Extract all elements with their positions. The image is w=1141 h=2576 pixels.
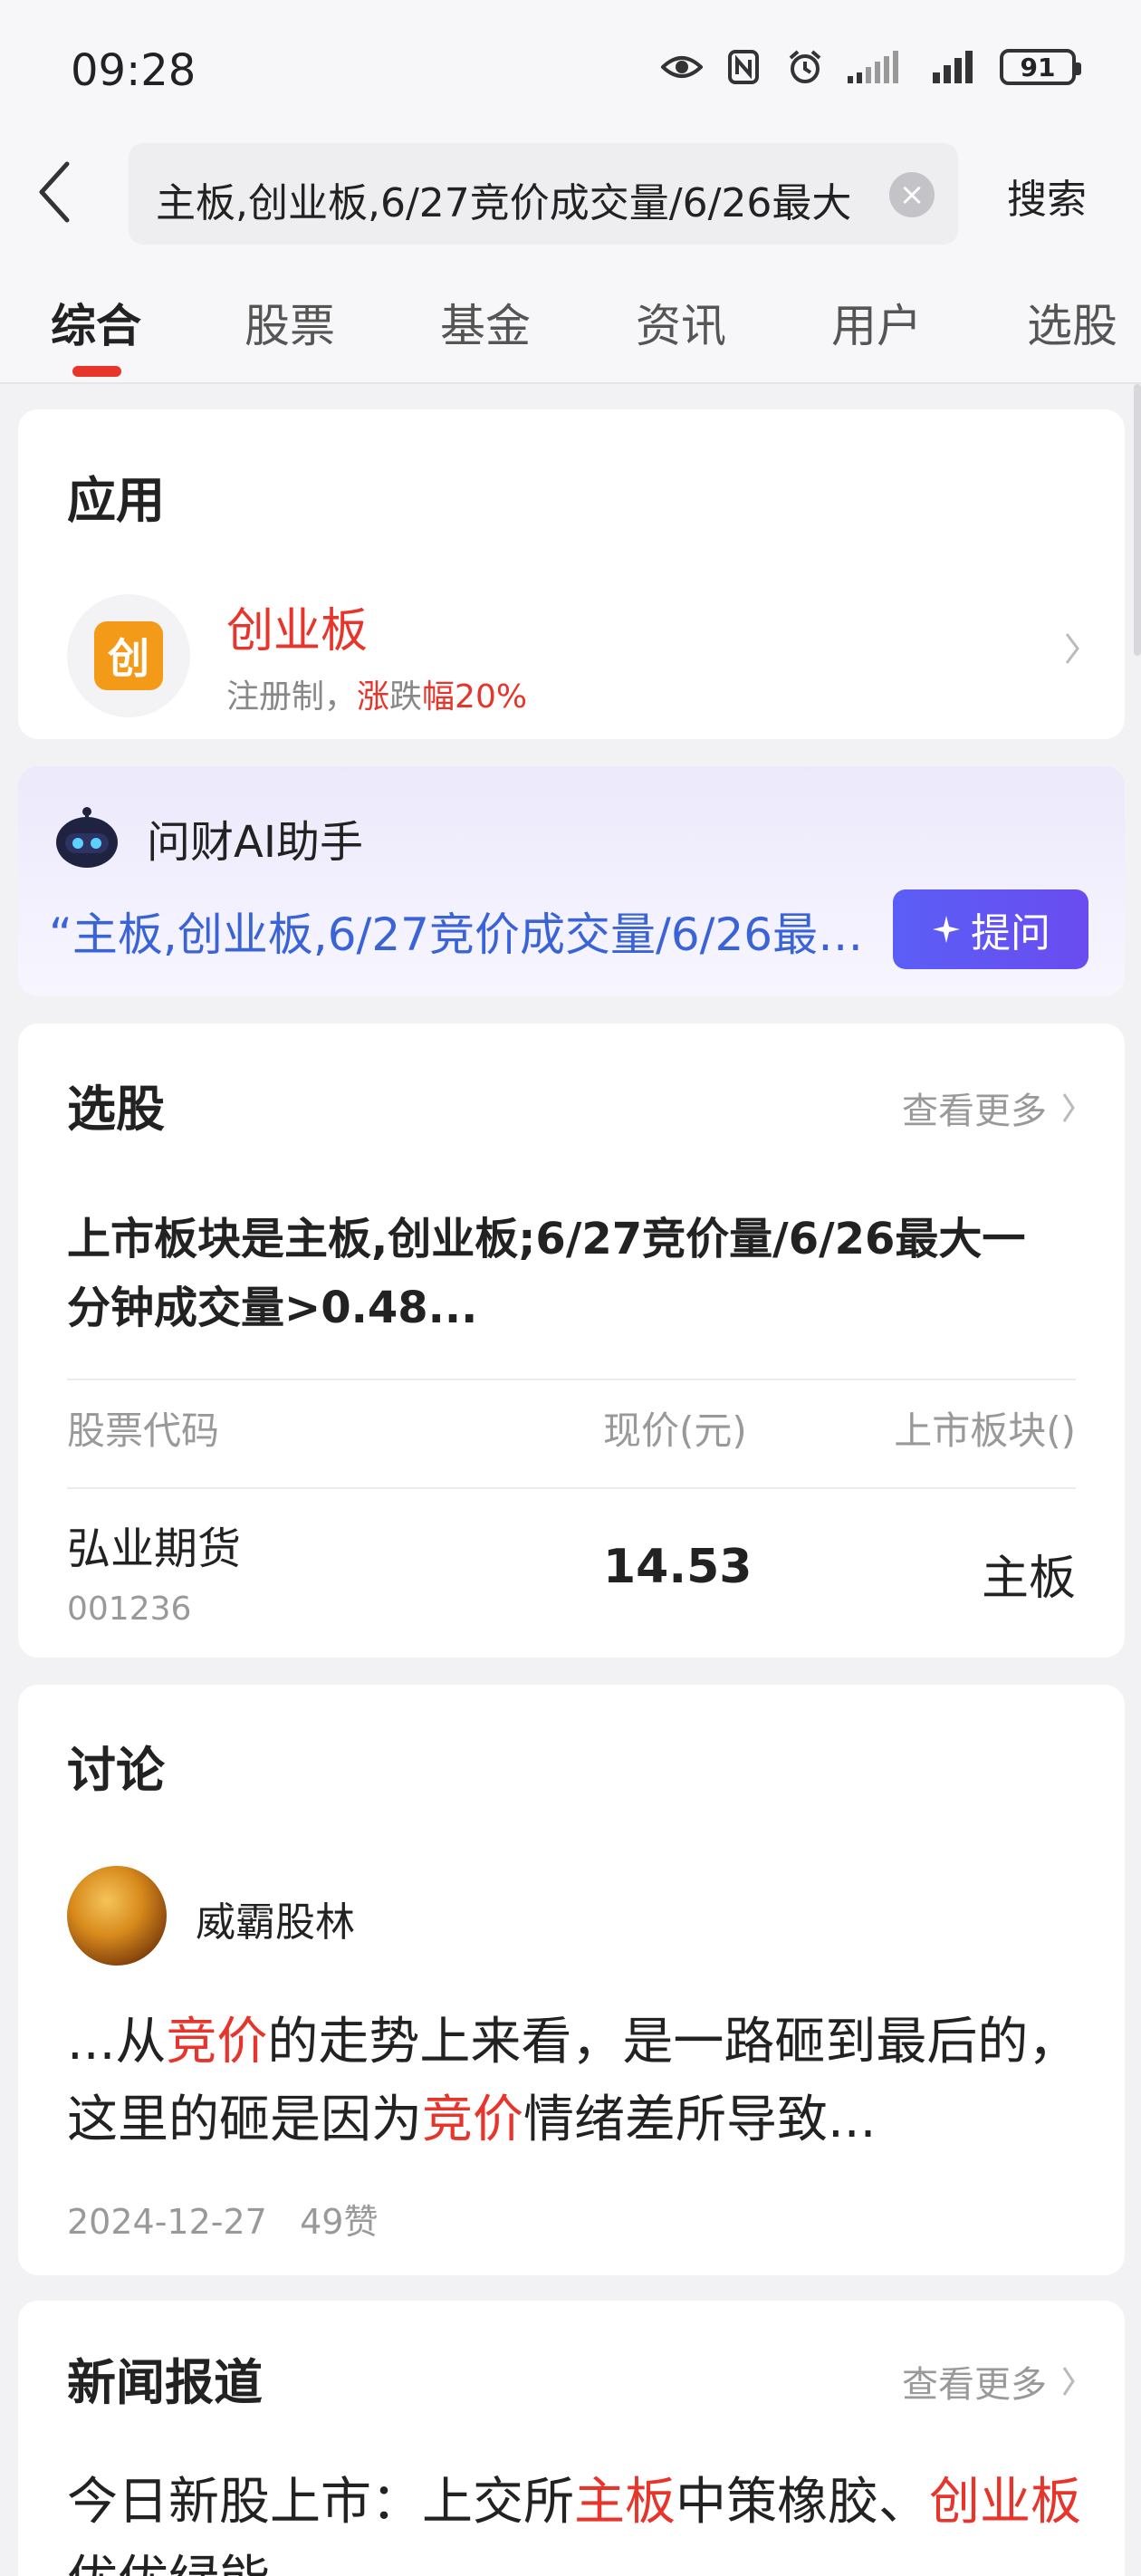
post-meta: 2024-12-27 49赞 xyxy=(67,2194,378,2244)
news-more-link[interactable]: 查看更多 xyxy=(902,2355,1076,2408)
column-header-price: 现价(元) xyxy=(603,1408,747,1453)
status-icons: 91 xyxy=(661,49,1081,85)
search-button[interactable]: 搜索 xyxy=(1007,167,1087,225)
tab-news[interactable]: 资讯 xyxy=(636,290,726,355)
stock-picker-title: 选股 xyxy=(67,1081,165,1138)
stock-name: 弘业期货 xyxy=(67,1523,242,1574)
column-header-board: 上市板块() xyxy=(894,1408,1076,1453)
sparkle-icon xyxy=(933,916,960,943)
chevron-right-icon xyxy=(1062,2367,1075,2396)
signal-1-icon xyxy=(846,49,911,85)
search-query-text[interactable]: 主板,创业板,6/27竞价成交量/6/26最大 xyxy=(156,170,853,228)
apps-title: 应用 xyxy=(67,472,165,529)
app-description: 注册制，涨跌幅20% xyxy=(226,678,528,716)
tab-stocks[interactable]: 股票 xyxy=(244,290,335,355)
robot-icon xyxy=(53,803,121,871)
ask-button[interactable]: 提问 xyxy=(893,889,1088,969)
more-label: 查看更多 xyxy=(902,1091,1047,1132)
tab-bar: 综合 股票 基金 资讯 用户 选股 xyxy=(0,254,1141,384)
status-time: 09:28 xyxy=(71,45,197,96)
post-likes: 49赞 xyxy=(300,2202,379,2242)
stock-picker-more-link[interactable]: 查看更多 xyxy=(902,1081,1076,1134)
nfc-icon xyxy=(723,49,764,85)
ask-button-label: 提问 xyxy=(971,910,1050,956)
stock-price: 14.53 xyxy=(603,1540,753,1594)
back-arrow-icon xyxy=(39,161,70,223)
search-row: 主板,创业板,6/27竞价成交量/6/26最大 × 搜索 xyxy=(0,136,1141,254)
news-card: 新闻报道 查看更多 今日新股上市：上交所主板中策橡胶、创业板优优绿能 xyxy=(18,2301,1125,2576)
ai-assistant-card: 问财AI助手 “主板,创业板,6/27竞价成交量/6/26最大一分钟成交量 提问 xyxy=(18,766,1125,996)
news-headline[interactable]: 今日新股上市：上交所主板中策橡胶、创业板优优绿能 xyxy=(67,2464,1081,2576)
post-date: 2024-12-27 xyxy=(67,2202,267,2242)
more-label: 查看更多 xyxy=(902,2364,1047,2406)
stock-code: 001236 xyxy=(67,1591,192,1628)
stock-picker-card: 选股 查看更多 上市板块是主板,创业板;6/27竞价量/6/26最大一分钟成交量… xyxy=(18,1024,1125,1658)
discussion-card: 讨论 威霸股林 ...从竞价的走势上来看，是一路砸到最后的，这里的砸是因为竞价情… xyxy=(18,1685,1125,2275)
scrollbar[interactable] xyxy=(1134,384,1141,656)
author-name[interactable]: 威霸股林 xyxy=(196,1889,355,1947)
tab-funds[interactable]: 基金 xyxy=(440,290,531,355)
apps-card: 应用 创 创业板 注册制，涨跌幅20% xyxy=(18,409,1125,739)
signal-2-icon xyxy=(931,49,980,85)
post-excerpt[interactable]: ...从竞价的走势上来看，是一路砸到最后的，这里的砸是因为竞价情绪差所导致... xyxy=(67,2004,1081,2159)
avatar[interactable] xyxy=(67,1866,167,1966)
app-name: 创业板 xyxy=(226,604,369,658)
stock-picker-condition[interactable]: 上市板块是主板,创业板;6/27竞价量/6/26最大一分钟成交量>0.48... xyxy=(67,1205,1027,1342)
ai-title: 问财AI助手 xyxy=(147,817,363,868)
divider xyxy=(67,1487,1076,1489)
eye-icon xyxy=(661,49,703,85)
divider xyxy=(67,1379,1076,1380)
stock-board: 主板 xyxy=(981,1552,1076,1606)
chevron-right-icon xyxy=(1062,1093,1075,1122)
news-title: 新闻报道 xyxy=(67,2354,263,2411)
discussion-title: 讨论 xyxy=(67,1742,165,1799)
tab-overview[interactable]: 综合 xyxy=(51,290,141,355)
column-header-code: 股票代码 xyxy=(67,1408,220,1453)
chinext-icon: 创 xyxy=(94,621,163,690)
active-tab-indicator xyxy=(72,366,121,377)
app-icon-wrap: 创 xyxy=(67,594,190,717)
ai-suggested-query[interactable]: “主板,创业板,6/27竞价成交量/6/26最大一分钟成交量 xyxy=(49,899,882,964)
status-bar: 09:28 91 xyxy=(0,0,1141,136)
alarm-icon xyxy=(784,49,826,85)
battery-indicator: 91 xyxy=(1000,49,1081,85)
clear-icon[interactable]: × xyxy=(889,172,935,217)
search-input[interactable]: 主板,创业板,6/27竞价成交量/6/26最大 × xyxy=(129,143,958,245)
back-button[interactable] xyxy=(27,156,82,228)
tab-users[interactable]: 用户 xyxy=(831,290,922,355)
chevron-right-icon xyxy=(1063,630,1081,670)
tab-stock-picker[interactable]: 选股 xyxy=(1027,290,1117,355)
